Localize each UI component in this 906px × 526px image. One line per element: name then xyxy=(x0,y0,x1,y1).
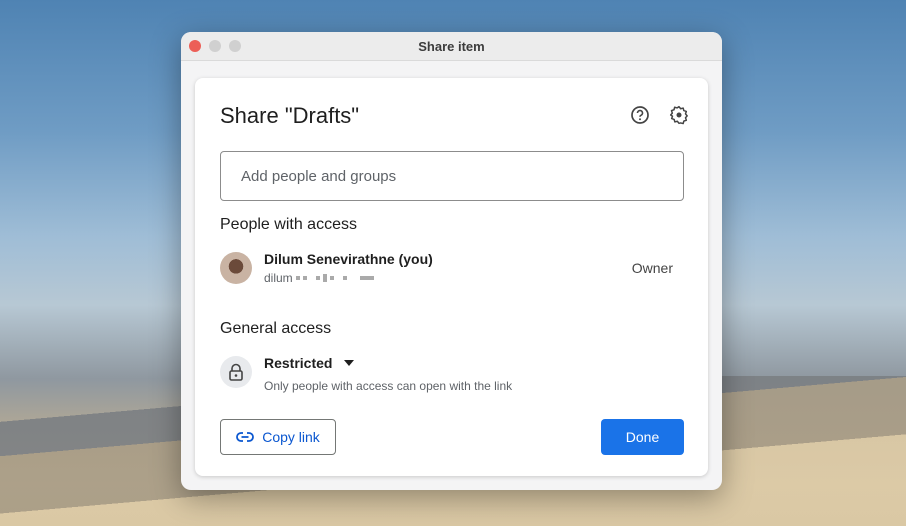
general-access-heading: General access xyxy=(220,320,332,337)
redacted-block xyxy=(342,276,347,280)
share-dialog: Share "Drafts" People with access Dilum … xyxy=(195,78,708,476)
redacted-block xyxy=(329,276,334,280)
person-role: Owner xyxy=(631,260,673,276)
minimize-window-button[interactable] xyxy=(209,40,221,52)
avatar xyxy=(220,252,252,284)
redacted-block xyxy=(315,276,320,280)
redacted-block xyxy=(322,274,327,282)
caret-down-icon xyxy=(344,360,355,366)
add-people-input[interactable] xyxy=(220,151,684,201)
lock-icon xyxy=(220,356,252,388)
close-window-button[interactable] xyxy=(189,40,201,52)
help-icon[interactable] xyxy=(629,104,651,126)
people-with-access-heading: People with access xyxy=(220,216,357,233)
share-item-window: Share item Share "Drafts" People with ac… xyxy=(181,32,722,490)
access-level-value: Restricted xyxy=(264,355,333,371)
email-visible-part: dilum xyxy=(264,271,293,285)
person-email: dilum xyxy=(264,271,374,285)
redacted-block xyxy=(359,276,374,280)
person-name: Dilum Senevirathne (you) xyxy=(264,251,433,267)
title-bar: Share item xyxy=(181,32,722,61)
redacted-block xyxy=(302,276,307,280)
done-button[interactable]: Done xyxy=(601,419,684,455)
copy-link-label: Copy link xyxy=(262,429,320,445)
access-description: Only people with access can open with th… xyxy=(264,379,513,393)
link-icon xyxy=(236,432,255,442)
copy-link-button[interactable]: Copy link xyxy=(220,419,336,455)
window-title: Share item xyxy=(418,39,485,54)
settings-icon[interactable] xyxy=(668,104,690,126)
dialog-title: Share "Drafts" xyxy=(220,103,360,128)
zoom-window-button[interactable] xyxy=(229,40,241,52)
redacted-block xyxy=(295,276,300,280)
access-level-dropdown[interactable]: Restricted xyxy=(264,355,355,371)
